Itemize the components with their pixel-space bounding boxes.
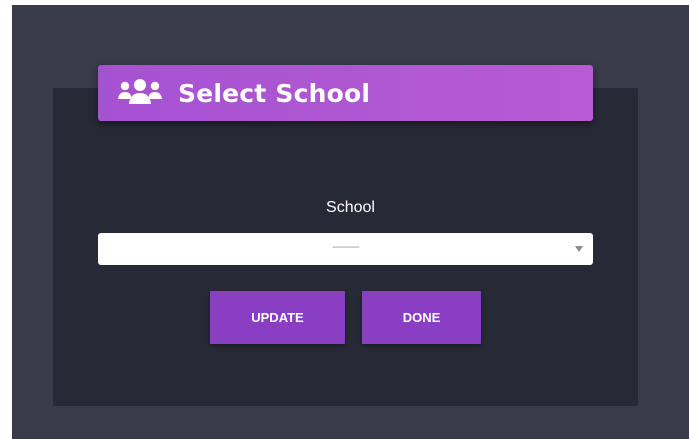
dialog-title: Select School <box>178 78 371 108</box>
school-select[interactable]: ---------- <box>98 233 593 265</box>
chevron-down-icon <box>575 246 583 252</box>
dialog-header: Select School <box>98 65 593 121</box>
school-select-value: ---------- <box>332 241 360 253</box>
school-field-label: School <box>326 199 375 216</box>
done-button[interactable]: DONE <box>362 291 481 344</box>
update-button[interactable]: UPDATE <box>210 291 345 344</box>
users-icon <box>117 77 163 109</box>
app-background: Select School School ---------- UPDATE D… <box>12 5 689 439</box>
